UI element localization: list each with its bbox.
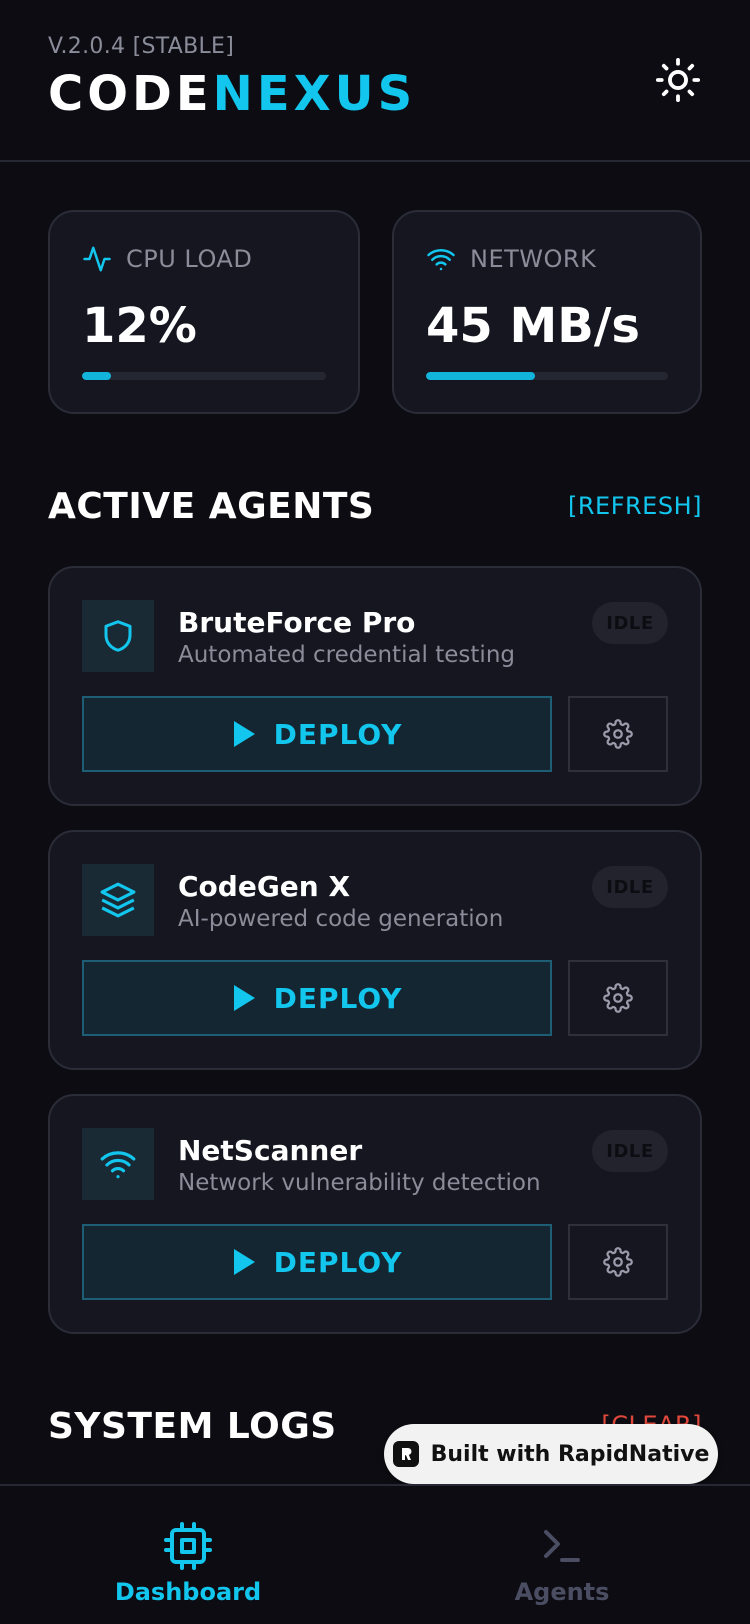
brand-logo: CODENEXUS — [48, 66, 416, 122]
agent-card: NetScanner Network vulnerability detecti… — [48, 1094, 702, 1334]
deploy-button[interactable]: DEPLOY — [82, 1224, 552, 1300]
agent-settings-button[interactable] — [568, 960, 668, 1036]
status-badge: IDLE — [592, 866, 668, 908]
agent-description: AI-powered code generation — [178, 906, 504, 932]
brand-part-nexus: NEXUS — [212, 66, 417, 122]
nav-label-agents: Agents — [514, 1578, 610, 1606]
status-badge: IDLE — [592, 1130, 668, 1172]
activity-icon — [83, 246, 111, 272]
version-label: V.2.0.4 [STABLE] — [48, 34, 235, 59]
layers-icon — [100, 882, 136, 918]
network-label: NETWORK — [470, 245, 597, 273]
rapidnative-logo-icon — [392, 1441, 419, 1467]
network-value: 45 MB/s — [426, 298, 640, 354]
play-icon — [233, 1249, 255, 1275]
agent-icon-box — [82, 600, 154, 672]
nav-label-dashboard: Dashboard — [114, 1578, 262, 1606]
status-badge: IDLE — [592, 602, 668, 644]
agent-name: NetScanner — [178, 1134, 363, 1167]
gear-icon — [603, 983, 633, 1013]
sun-icon — [655, 57, 701, 103]
cpu-load-card: CPU LOAD 12% — [48, 210, 360, 414]
nav-item-agents[interactable]: Agents — [462, 1522, 662, 1606]
agent-icon-box — [82, 864, 154, 936]
agent-card: BruteForce Pro Automated credential test… — [48, 566, 702, 806]
shield-icon — [104, 620, 132, 652]
cpu-icon — [164, 1522, 212, 1570]
brand-part-code: CODE — [48, 66, 213, 122]
system-logs-title: SYSTEM LOGS — [48, 1406, 337, 1447]
gear-icon — [603, 1247, 633, 1277]
network-progress-fill — [426, 372, 535, 380]
deploy-label: DEPLOY — [273, 981, 403, 1015]
play-icon — [233, 721, 255, 747]
cpu-load-progress-fill — [82, 372, 112, 380]
deploy-label: DEPLOY — [273, 1245, 403, 1279]
app-header: V.2.0.4 [STABLE] CODENEXUS — [0, 0, 750, 162]
terminal-icon — [544, 1530, 580, 1562]
cpu-load-label: CPU LOAD — [126, 245, 253, 273]
cpu-load-progress — [82, 372, 326, 380]
built-with-text: Built with RapidNative — [430, 1441, 710, 1467]
deploy-button[interactable]: DEPLOY — [82, 960, 552, 1036]
active-agents-title: ACTIVE AGENTS — [48, 486, 375, 527]
refresh-button[interactable]: [REFRESH] — [568, 492, 702, 520]
play-icon — [233, 985, 255, 1011]
agent-icon-box — [82, 1128, 154, 1200]
network-card: NETWORK 45 MB/s — [392, 210, 702, 414]
agent-settings-button[interactable] — [568, 696, 668, 772]
gear-icon — [603, 719, 633, 749]
bottom-nav: Dashboard Agents — [0, 1484, 750, 1624]
deploy-button[interactable]: DEPLOY — [82, 696, 552, 772]
network-progress — [426, 372, 668, 380]
agent-name: CodeGen X — [178, 870, 351, 903]
wifi-icon — [427, 248, 455, 271]
agent-description: Automated credential testing — [178, 642, 515, 668]
agent-description: Network vulnerability detection — [178, 1170, 541, 1196]
agent-settings-button[interactable] — [568, 1224, 668, 1300]
wifi-icon — [100, 1151, 136, 1179]
theme-toggle-button[interactable] — [650, 52, 706, 108]
deploy-label: DEPLOY — [273, 717, 403, 751]
agent-name: BruteForce Pro — [178, 606, 416, 639]
built-with-badge[interactable]: Built with RapidNative — [384, 1424, 718, 1484]
nav-item-dashboard[interactable]: Dashboard — [88, 1522, 288, 1606]
agent-card: CodeGen X AI-powered code generation IDL… — [48, 830, 702, 1070]
cpu-load-value: 12% — [82, 298, 197, 354]
